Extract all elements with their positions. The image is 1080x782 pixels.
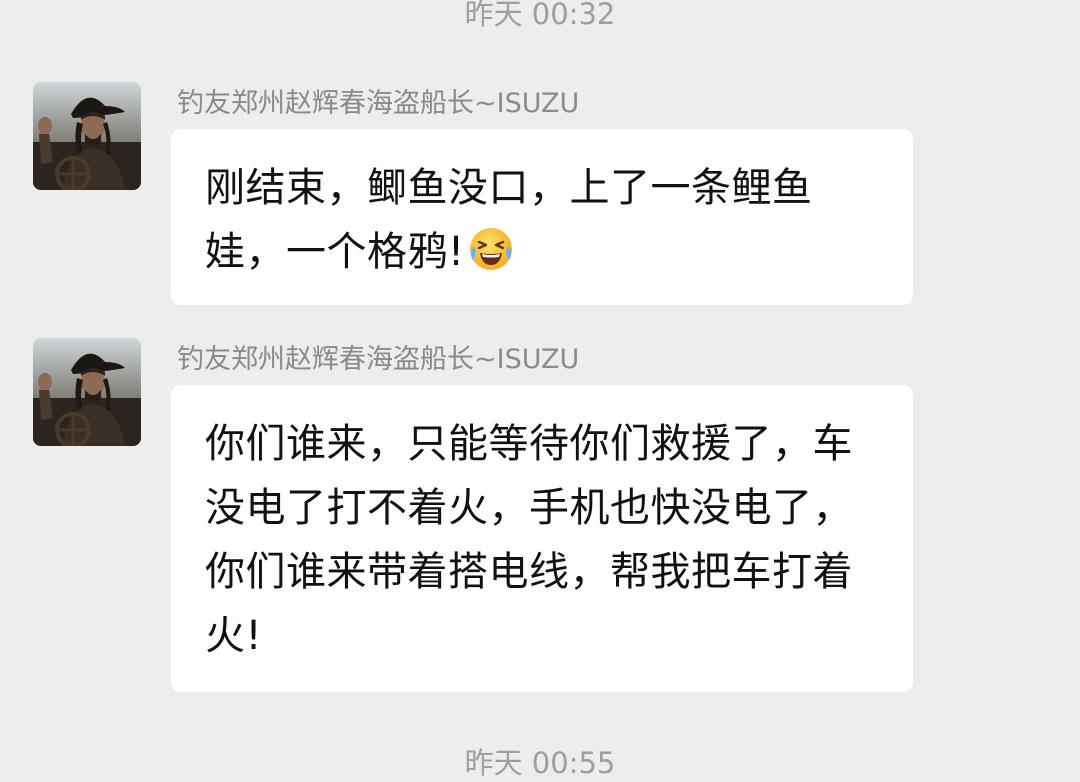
sender-name[interactable]: 钓友郑州赵辉春海盗船长~ISUZU: [177, 86, 579, 122]
sender-name[interactable]: 钓友郑州赵辉春海盗船长~ISUZU: [177, 342, 579, 378]
crying-laughing-face-emoji-icon: [469, 228, 512, 270]
timestamp: 昨天 00:32: [464, 0, 616, 31]
pirate-captain-avatar-icon: [33, 338, 141, 446]
chat-view: 昨天 00:32 钓友郑州赵辉春海盗船长~ISUZU 刚结束，鲫鱼没口，上了一条…: [0, 0, 1080, 782]
avatar[interactable]: [33, 338, 141, 446]
message-bubble[interactable]: 你们谁来，只能等待你们救援了，车没电了打不着火，手机也快没电了，你们谁来带着搭电…: [171, 385, 913, 692]
avatar[interactable]: [33, 82, 141, 190]
message-bubble[interactable]: 刚结束，鲫鱼没口，上了一条鲤鱼娃，一个格鸦!: [171, 129, 913, 305]
pirate-captain-avatar-icon: [33, 82, 141, 190]
message-text: 你们谁来，只能等待你们救援了，车没电了打不着火，手机也快没电了，你们谁来带着搭电…: [205, 421, 853, 659]
timestamp: 昨天 00:55: [464, 746, 616, 780]
